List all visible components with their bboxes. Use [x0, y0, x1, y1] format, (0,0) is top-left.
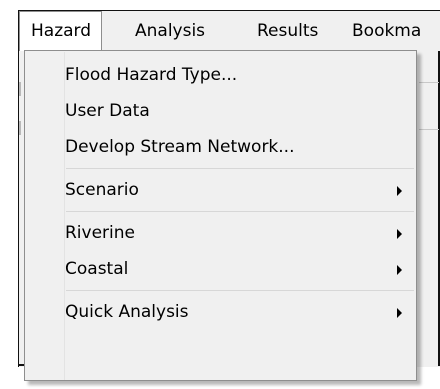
menu-item-quick-analysis[interactable]: Quick Analysis — [26, 294, 415, 330]
chevron-right-icon — [397, 229, 402, 239]
menu-analysis-label: Analysis — [135, 21, 206, 41]
menu-results-label: Results — [257, 21, 319, 41]
menu-item-scenario[interactable]: Scenario — [26, 172, 415, 208]
menu-analysis[interactable]: Analysis — [135, 11, 205, 49]
menu-item-label: Coastal — [65, 259, 129, 279]
menu-item-riverine[interactable]: Riverine — [26, 215, 415, 251]
background-window-edge — [19, 121, 21, 135]
menu-item-develop-stream-network[interactable]: Develop Stream Network... — [26, 129, 415, 165]
menu-item-label: Develop Stream Network... — [65, 137, 295, 157]
menu-separator — [66, 290, 414, 291]
background-window-edge — [419, 129, 439, 130]
menu-item-label: Riverine — [65, 223, 136, 243]
menu-results[interactable]: Results — [257, 11, 318, 49]
menu-separator — [66, 211, 414, 212]
menu-bookmarks[interactable]: Bookma — [352, 11, 421, 49]
menu-item-label: Scenario — [65, 180, 139, 200]
menu-item-label: User Data — [65, 101, 150, 121]
chevron-right-icon — [397, 265, 402, 275]
menu-item-label: Flood Hazard Type... — [65, 65, 238, 85]
menu-hazard[interactable]: Hazard — [19, 11, 103, 51]
menu-item-label: Quick Analysis — [65, 302, 189, 322]
menu-item-flood-hazard-type[interactable]: Flood Hazard Type... — [26, 57, 415, 93]
chevron-right-icon — [397, 308, 402, 318]
menu-item-user-data[interactable]: User Data — [26, 93, 415, 129]
background-window-edge — [19, 82, 21, 96]
chevron-right-icon — [397, 186, 402, 196]
menu-item-coastal[interactable]: Coastal — [26, 251, 415, 287]
menu-hazard-label: Hazard — [31, 21, 92, 41]
hazard-dropdown-menu: Flood Hazard Type... User Data Develop S… — [24, 50, 417, 381]
menu-bar: Hazard Analysis Results Bookma — [19, 11, 440, 51]
menu-bookmarks-label: Bookma — [352, 21, 422, 41]
menu-separator — [66, 168, 414, 169]
background-window-edge — [419, 82, 439, 83]
